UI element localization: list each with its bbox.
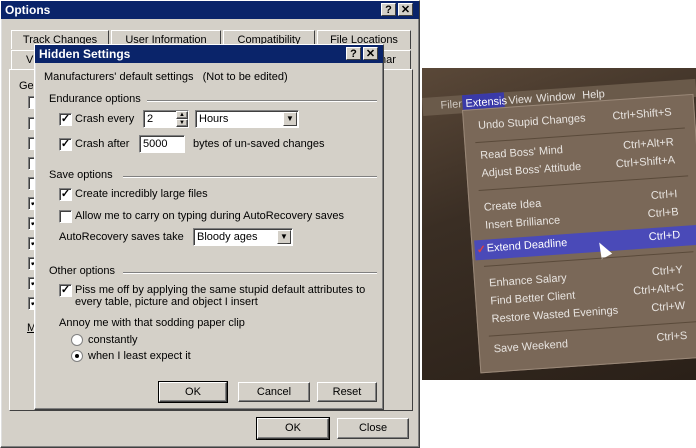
hidden-ok-button[interactable]: OK bbox=[158, 381, 228, 403]
menu-item-label: Undo Stupid Changes bbox=[477, 112, 586, 132]
menu-item-shortcut: Ctrl+Alt+R bbox=[622, 136, 675, 152]
piss-off-label-line2: every table, picture and object I insert bbox=[75, 296, 258, 308]
endurance-group-label: Endurance options bbox=[49, 93, 141, 105]
menu-item-label: Save Weekend bbox=[493, 338, 569, 356]
other-divider bbox=[123, 272, 377, 274]
crash-unit-value: Hours bbox=[199, 113, 229, 125]
chevron-down-icon[interactable]: ▼ bbox=[283, 112, 297, 126]
hidden-titlebar: Hidden Settings bbox=[35, 45, 383, 63]
crash-after-suffix: bytes of un-saved changes bbox=[193, 138, 325, 150]
spinner-down-icon[interactable]: ▼ bbox=[176, 119, 188, 127]
allow-typing-checkbox[interactable] bbox=[59, 210, 72, 223]
photo-menu-panel: Undo Stupid Changes Ctrl+Shift+S Read Bo… bbox=[462, 93, 696, 374]
options-ok-button[interactable]: OK bbox=[256, 417, 330, 440]
crash-unit-select[interactable]: Hours ▼ bbox=[195, 110, 299, 128]
endurance-divider bbox=[147, 100, 377, 102]
menu-item-shortcut: Ctrl+I bbox=[650, 188, 678, 203]
menu-item-shortcut: Ctrl+Shift+S bbox=[612, 106, 673, 123]
menu-item-label: Create Idea bbox=[483, 197, 542, 214]
radio-constantly-label: constantly bbox=[88, 334, 138, 346]
check-icon: ✓ bbox=[476, 243, 487, 257]
piss-off-label-line1: Piss me off by applying the same stupid … bbox=[75, 284, 366, 296]
menu-item-label: Read Boss' Mind bbox=[479, 144, 564, 162]
options-title: Options bbox=[5, 3, 51, 17]
large-files-label: Create incredibly large files bbox=[75, 188, 208, 200]
radio-least-expect[interactable] bbox=[71, 350, 83, 362]
crash-every-label: Crash every bbox=[75, 113, 135, 125]
menu-item-label: Enhance Salary bbox=[488, 272, 568, 290]
crash-every-checkbox[interactable]: ✓ bbox=[59, 113, 72, 126]
crash-after-checkbox[interactable]: ✓ bbox=[59, 138, 72, 151]
options-help-button[interactable]: ? bbox=[381, 3, 396, 16]
hidden-reset-button[interactable]: Reset bbox=[317, 382, 377, 402]
options-close-dialog-button[interactable]: Close bbox=[337, 418, 409, 439]
radio-constantly[interactable] bbox=[71, 334, 83, 346]
allow-typing-label: Allow me to carry on typing during AutoR… bbox=[75, 210, 345, 222]
hidden-settings-dialog: Hidden Settings ? ✕ Manufacturers' defau… bbox=[34, 44, 384, 410]
hidden-subtitle: Manufacturers' default settings (Not to … bbox=[44, 71, 288, 83]
menu-item-shortcut: Ctrl+Alt+C bbox=[632, 281, 685, 298]
large-files-checkbox[interactable]: ✓ bbox=[59, 188, 72, 201]
crash-every-spinner[interactable]: ▲ ▼ bbox=[176, 111, 188, 127]
autorecovery-value: Bloody ages bbox=[197, 231, 258, 243]
piss-off-checkbox[interactable]: ✓ bbox=[59, 284, 72, 297]
other-group-label: Other options bbox=[49, 265, 116, 277]
hidden-cancel-button[interactable]: Cancel bbox=[238, 382, 310, 402]
menu-item-shortcut: Ctrl+Shift+A bbox=[615, 154, 676, 171]
crash-after-input[interactable]: 5000 bbox=[139, 135, 185, 153]
annoy-label: Annoy me with that sodding paper clip bbox=[59, 317, 245, 329]
menu-item-label: Insert Brilliance bbox=[484, 214, 561, 232]
hidden-title: Hidden Settings bbox=[39, 47, 131, 61]
chevron-down-icon[interactable]: ▼ bbox=[277, 230, 291, 244]
hidden-close-button[interactable]: ✕ bbox=[363, 47, 378, 60]
hidden-help-button[interactable]: ? bbox=[346, 47, 361, 60]
spinner-up-icon[interactable]: ▲ bbox=[176, 111, 188, 119]
radio-selected-dot bbox=[75, 354, 79, 358]
save-divider bbox=[123, 176, 377, 178]
menu-item-shortcut: Ctrl+W bbox=[650, 299, 686, 315]
menu-item-shortcut: Ctrl+Y bbox=[651, 264, 684, 279]
radio-least-expect-label: when I least expect it bbox=[88, 350, 191, 362]
menu-item-shortcut: Ctrl+S bbox=[656, 329, 688, 344]
menu-photo: Filer Extensis View Window Help Undo Stu… bbox=[422, 68, 696, 380]
autorecovery-label: AutoRecovery saves take bbox=[59, 231, 184, 243]
autorecovery-select[interactable]: Bloody ages ▼ bbox=[193, 228, 293, 246]
crash-after-label: Crash after bbox=[75, 138, 130, 150]
menu-item-undo[interactable]: Undo Stupid Changes Ctrl+Shift+S bbox=[478, 106, 685, 136]
menu-item-shortcut: Ctrl+D bbox=[648, 229, 681, 244]
menu-item-shortcut: Ctrl+B bbox=[647, 206, 680, 221]
options-close-button[interactable]: ✕ bbox=[398, 3, 413, 16]
options-titlebar: Options bbox=[1, 1, 419, 19]
menubar-filer: Filer bbox=[440, 98, 463, 112]
save-group-label: Save options bbox=[49, 169, 113, 181]
